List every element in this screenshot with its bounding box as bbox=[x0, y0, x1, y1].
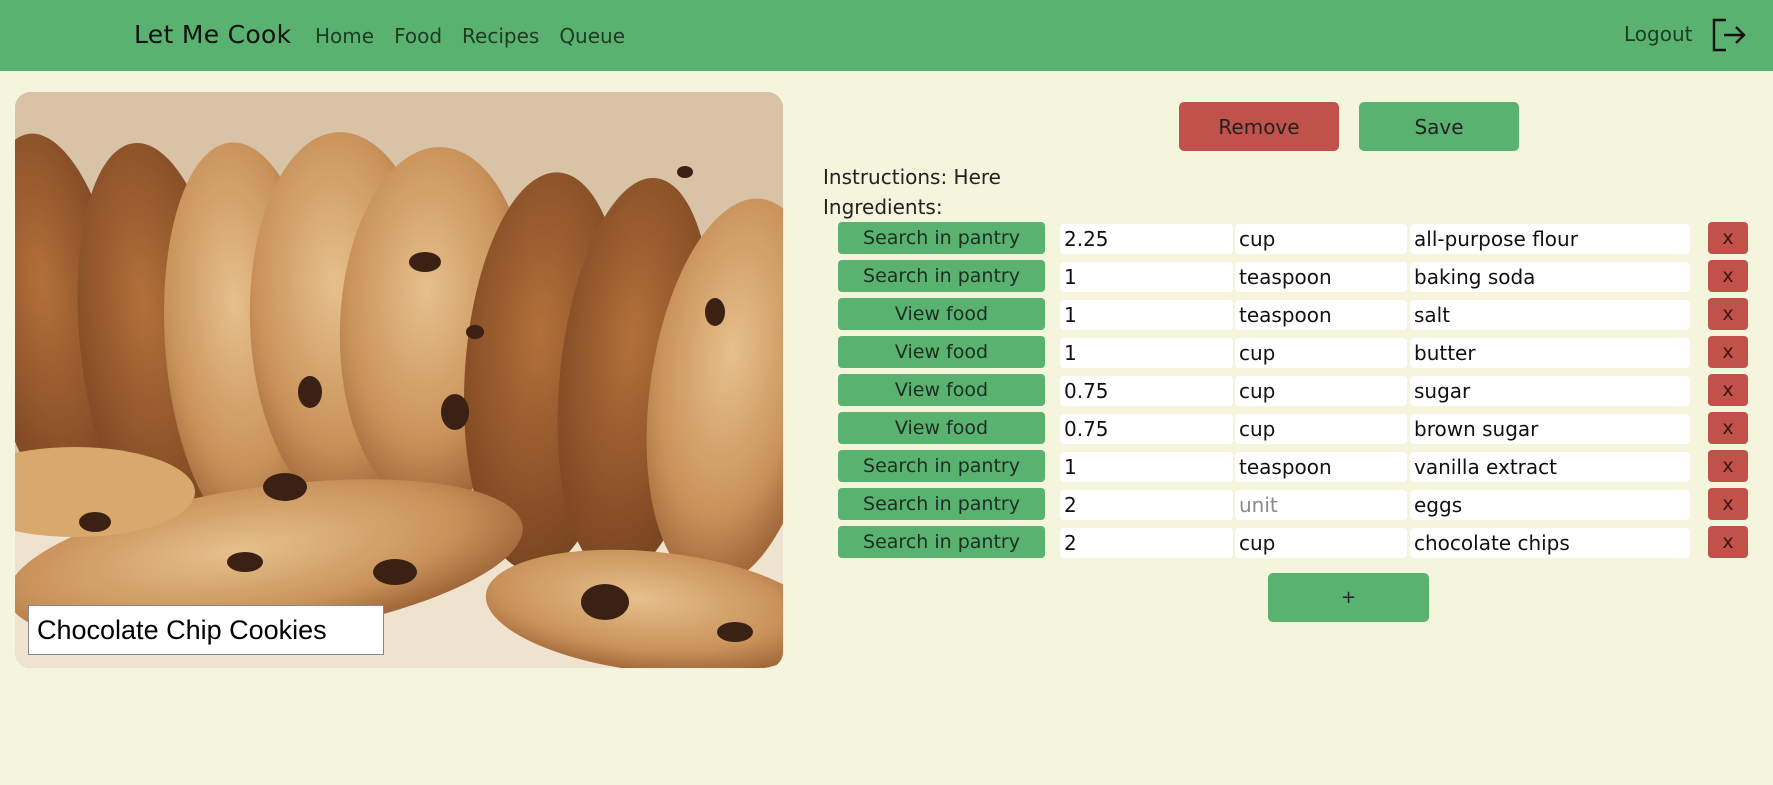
ingredient-name-field[interactable]: salt bbox=[1410, 300, 1690, 330]
ingredient-row: View food 0.75 cup brown sugar x bbox=[0, 412, 1773, 446]
search-in-pantry-button[interactable]: Search in pantry bbox=[838, 526, 1045, 558]
quantity-field[interactable]: 0.75 bbox=[1060, 376, 1233, 406]
quantity-field[interactable]: 1 bbox=[1060, 338, 1233, 368]
ingredient-row: Search in pantry 2 cup chocolate chips x bbox=[0, 526, 1773, 560]
delete-ingredient-button[interactable]: x bbox=[1708, 336, 1748, 368]
quantity-field[interactable]: 1 bbox=[1060, 262, 1233, 292]
brand-logo-text[interactable]: Let Me Cook bbox=[134, 20, 291, 49]
unit-field[interactable]: cup bbox=[1235, 376, 1407, 406]
delete-ingredient-button[interactable]: x bbox=[1708, 450, 1748, 482]
search-in-pantry-button[interactable]: Search in pantry bbox=[838, 260, 1045, 292]
nav-link-food[interactable]: Food bbox=[394, 24, 442, 48]
ingredient-name-field[interactable]: chocolate chips bbox=[1410, 528, 1690, 558]
ingredient-name-field[interactable]: eggs bbox=[1410, 490, 1690, 520]
ingredient-row: Search in pantry 1 teaspoon vanilla extr… bbox=[0, 450, 1773, 484]
add-ingredient-button[interactable]: + bbox=[1268, 573, 1429, 622]
delete-ingredient-button[interactable]: x bbox=[1708, 488, 1748, 520]
view-food-button[interactable]: View food bbox=[838, 336, 1045, 368]
search-in-pantry-button[interactable]: Search in pantry bbox=[838, 450, 1045, 482]
unit-field[interactable]: teaspoon bbox=[1235, 262, 1407, 292]
ingredient-name-field[interactable]: brown sugar bbox=[1410, 414, 1690, 444]
quantity-field[interactable]: 2 bbox=[1060, 528, 1233, 558]
instructions-text[interactable]: Instructions: Here bbox=[823, 165, 1001, 189]
recipe-title-input[interactable] bbox=[28, 605, 384, 655]
delete-ingredient-button[interactable]: x bbox=[1708, 526, 1748, 558]
quantity-field[interactable]: 2.25 bbox=[1060, 224, 1233, 254]
ingredient-name-field[interactable]: baking soda bbox=[1410, 262, 1690, 292]
unit-field[interactable]: teaspoon bbox=[1235, 452, 1407, 482]
logout-link[interactable]: Logout bbox=[1624, 22, 1692, 46]
top-navbar: Let Me Cook Home Food Recipes Queue Logo… bbox=[0, 0, 1773, 71]
ingredient-name-field[interactable]: all-purpose flour bbox=[1410, 224, 1690, 254]
nav-link-home[interactable]: Home bbox=[315, 24, 374, 48]
ingredient-row: Search in pantry 2.25 cup all-purpose fl… bbox=[0, 222, 1773, 256]
quantity-field[interactable]: 1 bbox=[1060, 300, 1233, 330]
delete-ingredient-button[interactable]: x bbox=[1708, 260, 1748, 292]
logout-icon[interactable] bbox=[1710, 16, 1748, 54]
remove-button[interactable]: Remove bbox=[1179, 102, 1339, 151]
unit-field[interactable]: cup bbox=[1235, 528, 1407, 558]
ingredient-row: Search in pantry 1 teaspoon baking soda … bbox=[0, 260, 1773, 294]
quantity-field[interactable]: 0.75 bbox=[1060, 414, 1233, 444]
unit-field[interactable]: unit bbox=[1235, 490, 1407, 520]
unit-field[interactable]: teaspoon bbox=[1235, 300, 1407, 330]
ingredient-row: View food 1 teaspoon salt x bbox=[0, 298, 1773, 332]
ingredient-row: View food 0.75 cup sugar x bbox=[0, 374, 1773, 408]
ingredient-name-field[interactable]: sugar bbox=[1410, 376, 1690, 406]
view-food-button[interactable]: View food bbox=[838, 298, 1045, 330]
view-food-button[interactable]: View food bbox=[838, 374, 1045, 406]
ingredient-name-field[interactable]: vanilla extract bbox=[1410, 452, 1690, 482]
ingredients-heading: Ingredients: bbox=[823, 195, 943, 219]
nav-links: Home Food Recipes Queue bbox=[315, 24, 645, 48]
unit-field[interactable]: cup bbox=[1235, 414, 1407, 444]
search-in-pantry-button[interactable]: Search in pantry bbox=[838, 488, 1045, 520]
delete-ingredient-button[interactable]: x bbox=[1708, 222, 1748, 254]
unit-field[interactable]: cup bbox=[1235, 224, 1407, 254]
delete-ingredient-button[interactable]: x bbox=[1708, 374, 1748, 406]
view-food-button[interactable]: View food bbox=[838, 412, 1045, 444]
search-in-pantry-button[interactable]: Search in pantry bbox=[838, 222, 1045, 254]
ingredient-row: View food 1 cup butter x bbox=[0, 336, 1773, 370]
quantity-field[interactable]: 1 bbox=[1060, 452, 1233, 482]
delete-ingredient-button[interactable]: x bbox=[1708, 298, 1748, 330]
unit-field[interactable]: cup bbox=[1235, 338, 1407, 368]
ingredient-name-field[interactable]: butter bbox=[1410, 338, 1690, 368]
nav-link-recipes[interactable]: Recipes bbox=[462, 24, 539, 48]
save-button[interactable]: Save bbox=[1359, 102, 1519, 151]
quantity-field[interactable]: 2 bbox=[1060, 490, 1233, 520]
delete-ingredient-button[interactable]: x bbox=[1708, 412, 1748, 444]
ingredient-row: Search in pantry 2 unit eggs x bbox=[0, 488, 1773, 522]
nav-link-queue[interactable]: Queue bbox=[559, 24, 625, 48]
